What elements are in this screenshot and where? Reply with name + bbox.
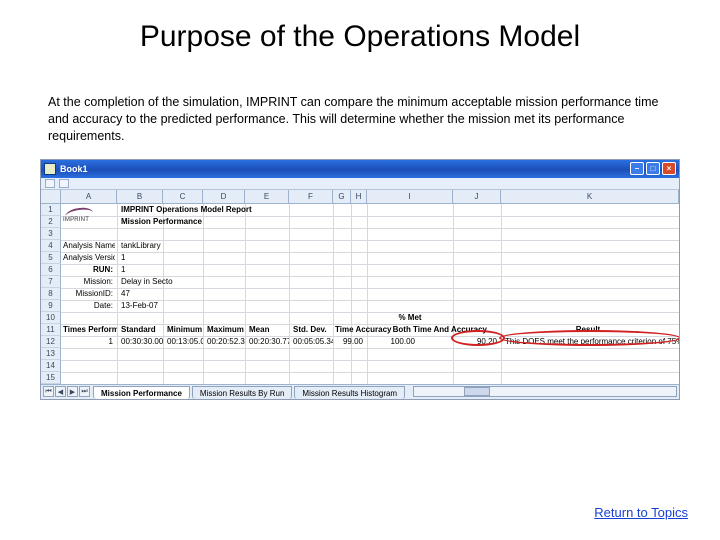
report-subtitle: Mission Performance <box>119 216 319 228</box>
val-result: This DOES meet the performance criterion… <box>503 336 679 348</box>
row-header[interactable]: 13 <box>41 348 61 360</box>
tab-nav-first[interactable]: ⏮ <box>43 386 54 397</box>
val-time-accuracy: 99.00 <box>333 336 365 348</box>
select-all-corner[interactable] <box>41 190 61 204</box>
window-titlebar: Book1 – □ × <box>41 160 679 178</box>
hdr-mean: Mean <box>247 324 289 336</box>
imprint-logo: IMPRINT <box>63 206 99 226</box>
hdr-maximum: Maximum <box>205 324 245 336</box>
report-title: IMPRINT Operations Model Report <box>119 204 319 216</box>
value-date: 13-Feb-07 <box>119 300 179 312</box>
label-run: RUN: <box>61 264 115 276</box>
toolbar-button[interactable] <box>45 179 55 188</box>
col-header[interactable]: B <box>117 190 163 204</box>
value-analysis-name: tankLibrary <box>119 240 179 252</box>
cells-area[interactable]: IMPRINT IMPRINT Operations Model Report … <box>61 204 679 384</box>
close-button[interactable]: × <box>662 162 676 175</box>
value-mission-id: 47 <box>119 288 159 300</box>
val-standard: 00:30:30.00 <box>119 336 163 348</box>
row-header[interactable]: 9 <box>41 300 61 312</box>
column-headers: A B C D E F G H I J K <box>61 190 679 204</box>
logo-text: IMPRINT <box>63 217 89 223</box>
val-maximum: 00:20:52.37 <box>205 336 245 348</box>
col-header[interactable]: G <box>333 190 351 204</box>
col-header[interactable]: J <box>453 190 501 204</box>
tab-nav-last[interactable]: ⏭ <box>79 386 90 397</box>
row-header[interactable]: 7 <box>41 276 61 288</box>
scrollbar-thumb[interactable] <box>464 387 490 396</box>
return-to-topics-link[interactable]: Return to Topics <box>594 505 688 520</box>
val-std-dev: 00:05:05.34 <box>291 336 333 348</box>
sheet-tab-mission-results-by-run[interactable]: Mission Results By Run <box>192 386 292 399</box>
hdr-std-dev: Std. Dev. <box>291 324 333 336</box>
hdr-times-performed: Times Performed <box>61 324 117 336</box>
col-header[interactable]: D <box>203 190 245 204</box>
toolbar <box>41 178 679 190</box>
row-header[interactable]: 5 <box>41 252 61 264</box>
row-header[interactable]: 14 <box>41 360 61 372</box>
spreadsheet-window: Book1 – □ × 1 2 3 4 5 6 7 8 9 10 11 12 1… <box>40 159 680 400</box>
row-header[interactable]: 11 <box>41 324 61 336</box>
value-mission: Delay in Secto <box>119 276 179 288</box>
hdr-minimum: Minimum <box>165 324 203 336</box>
hdr-result: Result <box>503 324 673 336</box>
value-analysis-version: 1 <box>119 252 159 264</box>
label-date: Date: <box>61 300 115 312</box>
app-icon <box>44 163 56 175</box>
tab-nav-next[interactable]: ▶ <box>67 386 78 397</box>
col-header[interactable]: A <box>61 190 117 204</box>
col-header[interactable]: E <box>245 190 289 204</box>
row-header[interactable]: 12 <box>41 336 61 348</box>
horizontal-scrollbar[interactable] <box>413 386 677 397</box>
sheet-tab-mission-performance[interactable]: Mission Performance <box>93 386 190 399</box>
spreadsheet-grid: 1 2 3 4 5 6 7 8 9 10 11 12 13 14 15 A B … <box>41 190 679 384</box>
label-mission: Mission: <box>61 276 115 288</box>
val-both-right: 90.20 <box>453 336 499 348</box>
tab-nav-prev[interactable]: ◀ <box>55 386 66 397</box>
value-run: 1 <box>119 264 159 276</box>
val-both-left: 100.00 <box>367 336 417 348</box>
toolbar-button[interactable] <box>59 179 69 188</box>
row-header[interactable]: 15 <box>41 372 61 384</box>
hdr-standard: Standard <box>119 324 163 336</box>
slide-body: At the completion of the simulation, IMP… <box>0 54 720 159</box>
minimize-button[interactable]: – <box>630 162 644 175</box>
sheet-tabs-bar: ⏮ ◀ ▶ ⏭ Mission Performance Mission Resu… <box>41 384 679 399</box>
label-pct-met: % Met <box>367 312 453 324</box>
row-header[interactable]: 1 <box>41 204 61 216</box>
val-mean: 00:20:30.77 <box>247 336 289 348</box>
row-header[interactable]: 3 <box>41 228 61 240</box>
label-analysis-name: Analysis Name: <box>61 240 115 252</box>
row-header[interactable]: 10 <box>41 312 61 324</box>
row-header[interactable]: 4 <box>41 240 61 252</box>
label-analysis-version: Analysis Version: <box>61 252 115 264</box>
sheet-tab-mission-results-histogram[interactable]: Mission Results Histogram <box>294 386 405 399</box>
slide-title: Purpose of the Operations Model <box>0 0 720 54</box>
col-header[interactable]: F <box>289 190 333 204</box>
col-header[interactable]: H <box>351 190 367 204</box>
row-headers: 1 2 3 4 5 6 7 8 9 10 11 12 13 14 15 <box>41 190 61 384</box>
maximize-button[interactable]: □ <box>646 162 660 175</box>
col-header[interactable]: C <box>163 190 203 204</box>
val-times-performed: 1 <box>61 336 115 348</box>
row-header[interactable]: 2 <box>41 216 61 228</box>
window-title: Book1 <box>60 164 630 174</box>
label-mission-id: MissionID: <box>61 288 115 300</box>
col-header[interactable]: K <box>501 190 679 204</box>
col-header[interactable]: I <box>367 190 453 204</box>
val-minimum: 00:13:05.01 <box>165 336 203 348</box>
row-header[interactable]: 8 <box>41 288 61 300</box>
row-header[interactable]: 6 <box>41 264 61 276</box>
hdr-both: Both Time And Accuracy <box>369 324 489 336</box>
